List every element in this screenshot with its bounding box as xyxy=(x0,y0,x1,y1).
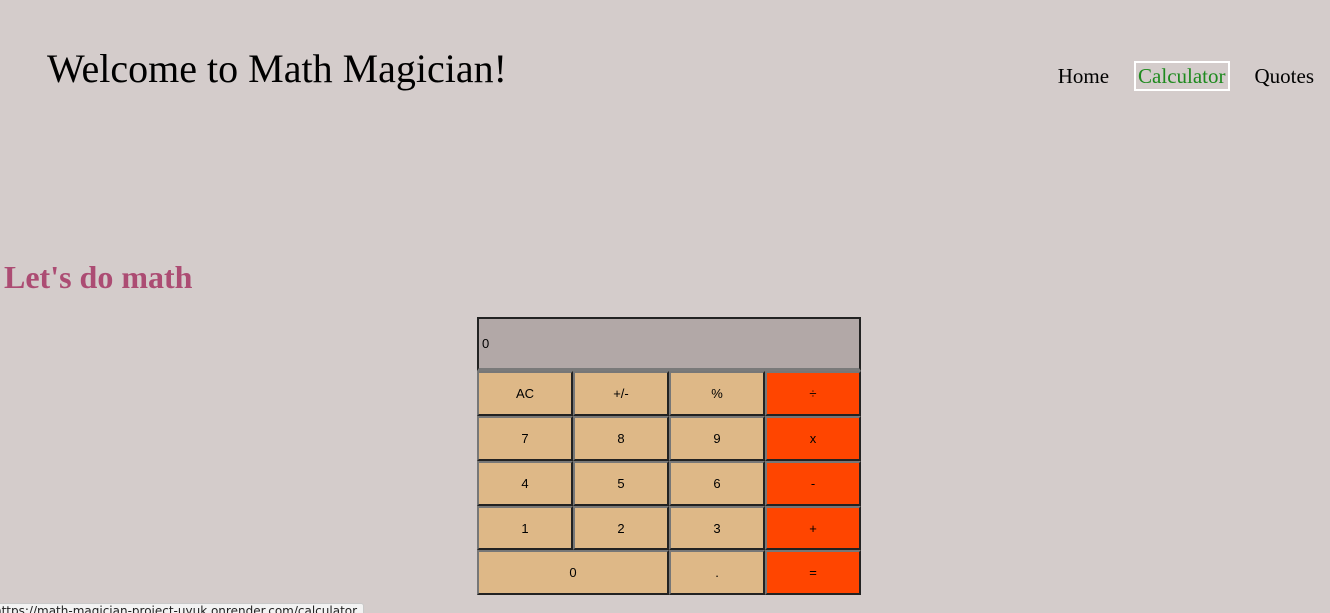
section-heading: Let's do math xyxy=(4,259,193,295)
subtract-button[interactable]: - xyxy=(765,461,861,506)
digit-3-button[interactable]: 3 xyxy=(669,506,765,550)
add-button[interactable]: + xyxy=(765,506,861,550)
main-nav: Home Calculator Quotes xyxy=(1033,61,1318,91)
multiply-button[interactable]: x xyxy=(765,416,861,461)
nav-link-calculator[interactable]: Calculator xyxy=(1134,61,1230,91)
toggle-sign-button[interactable]: +/- xyxy=(573,371,669,416)
digit-4-button[interactable]: 4 xyxy=(477,461,573,506)
digit-2-button[interactable]: 2 xyxy=(573,506,669,550)
digit-8-button[interactable]: 8 xyxy=(573,416,669,461)
calculator-display: 0 xyxy=(477,317,861,371)
page-title: Welcome to Math Magician! xyxy=(47,46,507,91)
status-bar-url: https://math-magician-project-uyuk.onren… xyxy=(0,603,365,613)
digit-5-button[interactable]: 5 xyxy=(573,461,669,506)
digit-1-button[interactable]: 1 xyxy=(477,506,573,550)
nav-link-quotes[interactable]: Quotes xyxy=(1251,61,1319,91)
equals-button[interactable]: = xyxy=(765,550,861,595)
clear-button[interactable]: AC xyxy=(477,371,573,416)
nav-link-home[interactable]: Home xyxy=(1054,61,1113,91)
divide-button[interactable]: ÷ xyxy=(765,371,861,416)
decimal-button[interactable]: . xyxy=(669,550,765,595)
digit-9-button[interactable]: 9 xyxy=(669,416,765,461)
digit-7-button[interactable]: 7 xyxy=(477,416,573,461)
digit-6-button[interactable]: 6 xyxy=(669,461,765,506)
calculator: 0 AC +/- % ÷ 7 8 9 x 4 5 6 - 1 2 3 + 0 .… xyxy=(477,317,861,595)
digit-0-button[interactable]: 0 xyxy=(477,550,669,595)
percent-button[interactable]: % xyxy=(669,371,765,416)
